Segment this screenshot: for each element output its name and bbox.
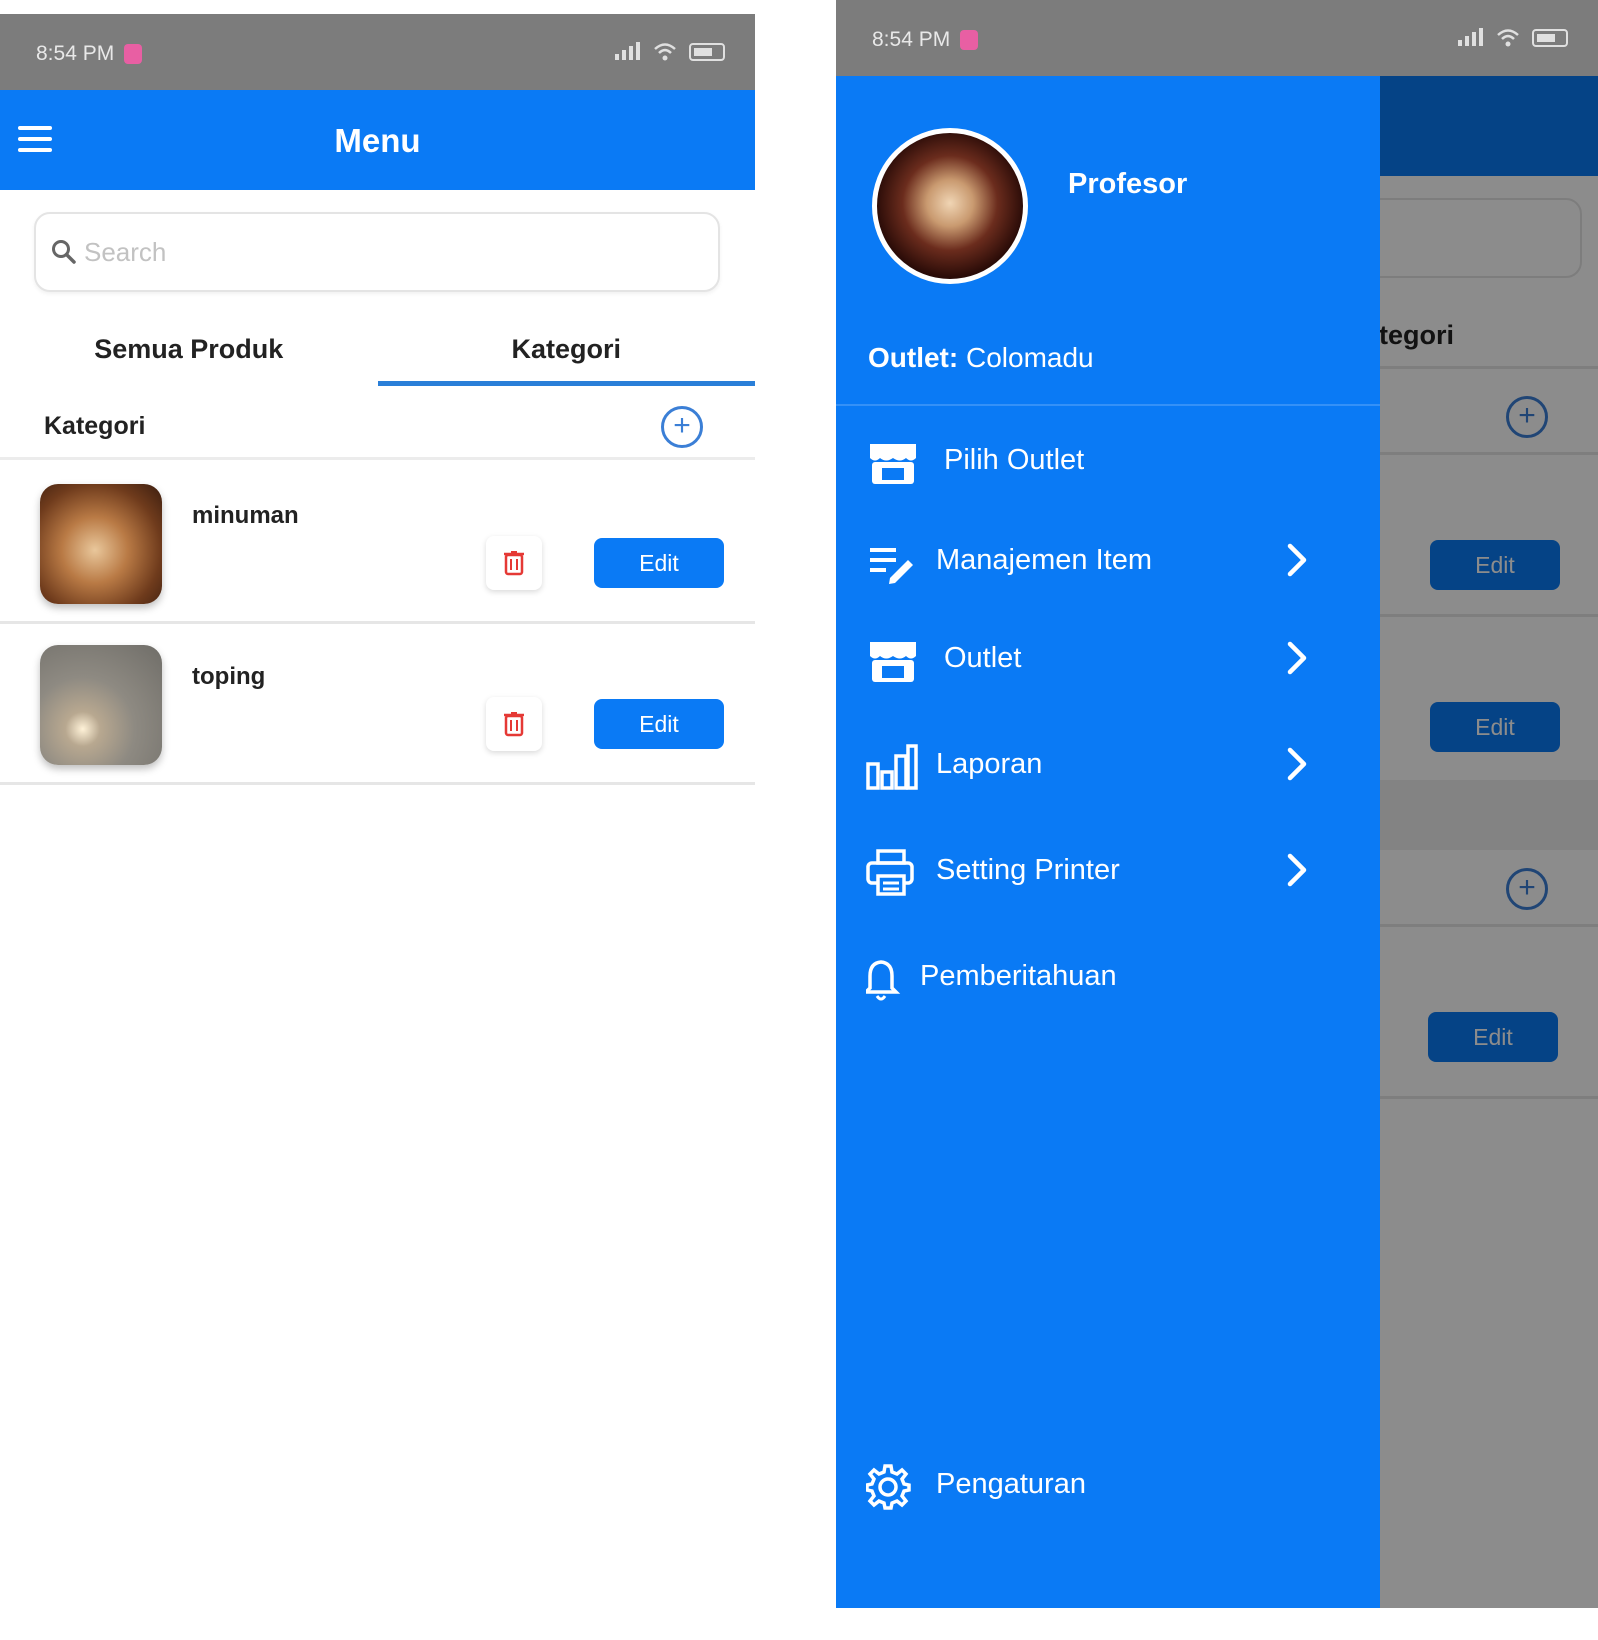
status-bar: 8:54 PM <box>0 14 755 90</box>
system-icons <box>613 42 725 62</box>
drawer-item-label: Laporan <box>936 748 1043 780</box>
category-row: toping Edit <box>0 627 755 785</box>
status-time: 8:54 PM <box>872 28 951 51</box>
battery-icon <box>1532 29 1568 47</box>
drawer-item-pemberitahuan[interactable]: Pemberitahuan <box>836 938 1380 1018</box>
menu-screen: 8:54 PM Menu Semua Produk Kategori Kateg… <box>0 14 755 1620</box>
outlet-value: Colomadu <box>966 342 1094 373</box>
edit-button[interactable]: Edit <box>594 538 724 588</box>
status-time: 8:54 PM <box>36 42 115 65</box>
drawer-item-outlet[interactable]: Outlet <box>836 620 1380 700</box>
category-image <box>40 645 162 765</box>
notification-app-icon <box>124 44 143 64</box>
drawer-header: Profesor Outlet: Colomadu <box>836 76 1380 406</box>
tab-bar: Semua Produk Kategori <box>0 314 755 386</box>
printer-icon <box>866 849 914 896</box>
status-time-group: 8:54 PM <box>36 42 143 66</box>
drawer-item-setting-printer[interactable]: Setting Printer <box>836 832 1380 912</box>
system-icons <box>1456 28 1568 48</box>
trash-icon <box>504 551 524 576</box>
current-outlet: Outlet: Colomadu <box>868 342 1094 374</box>
tab-kategori[interactable]: Kategori <box>377 314 756 386</box>
page-title: Menu <box>334 122 421 159</box>
notification-app-icon <box>960 30 979 50</box>
drawer-item-manajemen-item[interactable]: Manajemen Item <box>836 522 1380 602</box>
drawer-item-pengaturan[interactable]: Pengaturan <box>836 1446 1380 1526</box>
outlet-label: Outlet: <box>868 342 959 373</box>
drawer-screen: ategori + Edit Edit + Edit 8:54 PM Profe… <box>836 0 1598 1608</box>
chevron-right-icon <box>1287 853 1307 887</box>
delete-button[interactable] <box>486 536 542 590</box>
status-time-group: 8:54 PM <box>872 28 979 52</box>
signal-icon <box>615 42 640 60</box>
chevron-right-icon <box>1287 543 1307 577</box>
tab-semua-produk[interactable]: Semua Produk <box>0 314 378 386</box>
status-bar: 8:54 PM <box>836 0 1598 76</box>
drawer-item-label: Pemberitahuan <box>920 960 1117 992</box>
search-icon <box>52 240 76 264</box>
chevron-right-icon <box>1287 747 1307 781</box>
bell-icon <box>866 960 901 1001</box>
drawer-item-label: Outlet <box>944 642 1022 674</box>
store-icon <box>870 444 916 484</box>
drawer-item-pilih-outlet[interactable]: Pilih Outlet <box>836 422 1380 502</box>
battery-icon <box>689 43 725 61</box>
edit-button[interactable]: Edit <box>594 699 724 749</box>
add-category-button[interactable]: + <box>661 406 703 448</box>
chevron-right-icon <box>1287 641 1307 675</box>
search-box[interactable] <box>34 212 720 292</box>
category-name: minuman <box>192 502 299 529</box>
search-input[interactable] <box>84 236 684 268</box>
delete-button[interactable] <box>486 697 542 751</box>
wifi-icon <box>1497 29 1519 47</box>
store-icon <box>870 642 916 682</box>
category-name: toping <box>192 663 266 690</box>
edit-list-icon <box>870 548 913 584</box>
bar-chart-icon <box>866 744 918 790</box>
drawer-item-label: Manajemen Item <box>936 544 1152 576</box>
app-bar: Menu <box>0 90 755 190</box>
gear-icon <box>866 1464 911 1510</box>
navigation-drawer: Profesor Outlet: Colomadu Pilih Outlet M… <box>836 76 1380 1608</box>
drawer-item-label: Pilih Outlet <box>944 444 1085 476</box>
category-row: minuman Edit <box>0 466 755 624</box>
drawer-item-laporan[interactable]: Laporan <box>836 726 1380 806</box>
category-image <box>40 484 162 604</box>
profile-name: Profesor <box>1068 168 1188 200</box>
section-label: Kategori <box>44 412 146 440</box>
drawer-item-label: Setting Printer <box>936 854 1120 886</box>
wifi-icon <box>654 43 676 61</box>
trash-icon <box>504 712 524 737</box>
kategori-section-header: Kategori + <box>0 394 755 460</box>
drawer-item-label: Pengaturan <box>936 1468 1086 1500</box>
avatar[interactable] <box>872 128 1028 284</box>
signal-icon <box>1458 28 1483 46</box>
